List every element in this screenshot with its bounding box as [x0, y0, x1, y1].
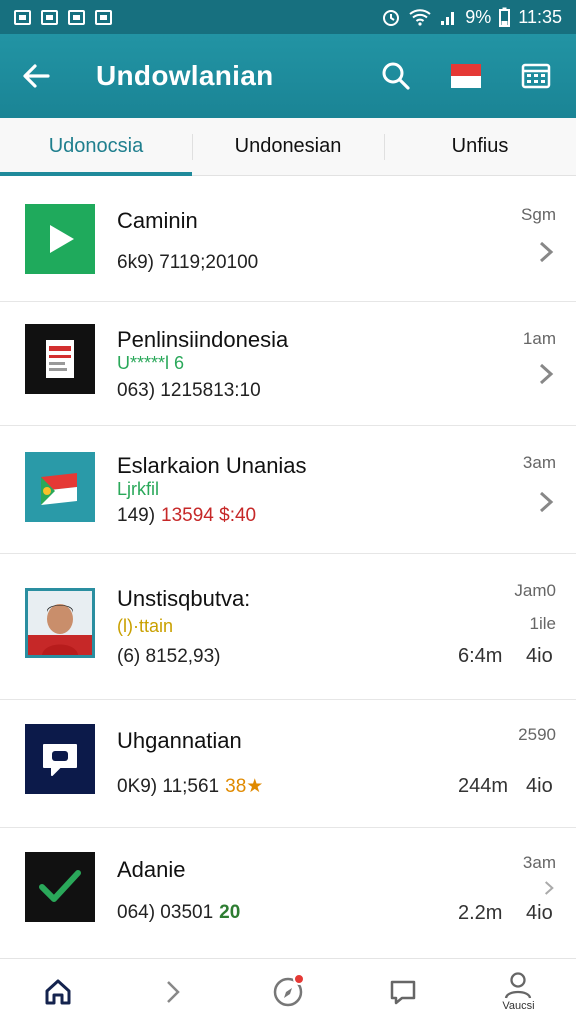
signal-icon — [441, 12, 455, 25]
item-size: 4io — [526, 645, 553, 667]
item-size: 4io — [526, 775, 553, 797]
play-app-icon — [25, 204, 95, 274]
chevron-right-icon — [539, 491, 554, 513]
item-number: (6) 8152,93) — [117, 646, 221, 667]
avatar — [25, 588, 95, 658]
chevron-right-icon — [166, 980, 180, 1003]
tab-udonocsia[interactable]: Udonocsia — [0, 118, 192, 176]
flag-button[interactable] — [446, 56, 486, 96]
item-size: 4io — [526, 902, 553, 924]
item-duration: 244m — [458, 775, 509, 797]
grid-menu-button[interactable] — [516, 56, 556, 96]
item-highlight: 38 — [225, 776, 247, 797]
nav-messages[interactable] — [346, 959, 461, 1024]
chevron-right-icon — [544, 881, 554, 895]
notification-icon — [41, 9, 58, 25]
tab-undonesian[interactable]: Undonesian — [192, 118, 384, 175]
person-icon — [505, 972, 532, 999]
item-time: Sgm — [521, 205, 556, 224]
battery-icon — [499, 7, 511, 27]
calendar-grid-icon — [521, 63, 551, 89]
status-bar: 9% 11:35 — [0, 0, 576, 34]
home-icon — [45, 979, 71, 1004]
item-list: Caminin 6k9) 7119;20100 Sgm Penlinsiindo… — [0, 178, 576, 956]
item-time-secondary: 1ile — [529, 614, 556, 633]
bottom-navigation: Vaucsi — [0, 958, 576, 1024]
flag-app-icon — [25, 452, 95, 522]
list-item[interactable]: Eslarkaion Unanias Ljrkfil 149) 13594 $:4… — [0, 426, 576, 554]
list-item[interactable]: Uhgannatian 0K9) 11;561 38★ 2590 244m 4io — [0, 700, 576, 828]
item-name: Adanie — [117, 857, 186, 882]
clock: 11:35 — [518, 6, 562, 27]
chat-bubble-icon — [390, 980, 416, 1004]
list-item[interactable]: Adanie 064) 03501 20 3am 2.2m 4io — [0, 828, 576, 956]
checkmark-app-icon — [25, 852, 95, 922]
item-name: Penlinsiindonesia — [117, 327, 289, 352]
item-time: 3am — [522, 453, 556, 472]
item-time: 1am — [522, 329, 556, 348]
chevron-right-icon — [539, 241, 554, 263]
nav-explore[interactable] — [230, 959, 345, 1024]
item-time: 2590 — [518, 725, 556, 744]
chat-app-icon — [25, 724, 95, 794]
item-sub: Ljrkfil — [117, 479, 160, 499]
item-time: 3am — [522, 853, 556, 872]
item-highlight: 20 — [219, 902, 241, 923]
item-number: 6k9) 7119;20100 — [117, 252, 259, 273]
app-bar: Undowlanian — [0, 34, 576, 118]
search-icon — [382, 62, 410, 90]
item-sub: (l)·ttain — [117, 616, 174, 636]
item-number: 0K9) 11;561 38★ — [117, 776, 264, 797]
item-name: Caminin — [117, 208, 198, 233]
item-duration: 6:4m — [458, 645, 503, 667]
tab-bar: Udonocsia Undonesian Unfius — [0, 118, 576, 176]
item-time: Jam0 — [514, 581, 556, 600]
tab-unfius[interactable]: Unfius — [384, 118, 576, 175]
nav-profile[interactable]: Vaucsi — [461, 959, 576, 1024]
document-app-icon — [25, 324, 95, 394]
chevron-right-icon — [539, 363, 554, 385]
list-item[interactable]: Unstisqbutva: (l)·ttain (6) 8152,93) Jam… — [0, 554, 576, 700]
item-name: Eslarkaion Unanias — [117, 453, 307, 478]
alarm-icon — [383, 10, 400, 26]
list-item[interactable]: Penlinsiindonesia U*****l 6 063) 1215813… — [0, 302, 576, 426]
indonesia-flag-icon — [451, 64, 481, 88]
item-name: Uhgannatian — [117, 728, 242, 753]
notification-icon — [68, 9, 85, 25]
nav-profile-label: Vaucsi — [502, 1000, 535, 1012]
item-number: 149) 13594 $:40 — [117, 505, 257, 526]
item-name: Unstisqbutva: — [117, 586, 251, 611]
nav-next[interactable] — [115, 959, 230, 1024]
item-rating: U*****l 6 — [117, 353, 185, 373]
item-number: 064) 03501 20 — [117, 902, 241, 923]
nav-home[interactable] — [0, 959, 115, 1024]
notification-icon — [14, 9, 31, 25]
star-icon: ★ — [246, 776, 264, 797]
item-highlight: 13594 $:40 — [161, 505, 257, 526]
item-duration: 2.2m — [458, 902, 503, 924]
notification-icon — [95, 9, 112, 25]
back-arrow-icon — [23, 64, 50, 88]
item-number: 063) 1215813:10 — [117, 380, 261, 401]
wifi-icon — [409, 9, 431, 26]
back-button[interactable] — [0, 34, 72, 118]
battery-percent: 9% — [465, 6, 492, 27]
list-item[interactable]: Caminin 6k9) 7119;20100 Sgm — [0, 178, 576, 302]
page-title: Undowlanian — [96, 60, 274, 91]
search-button[interactable] — [376, 56, 416, 96]
